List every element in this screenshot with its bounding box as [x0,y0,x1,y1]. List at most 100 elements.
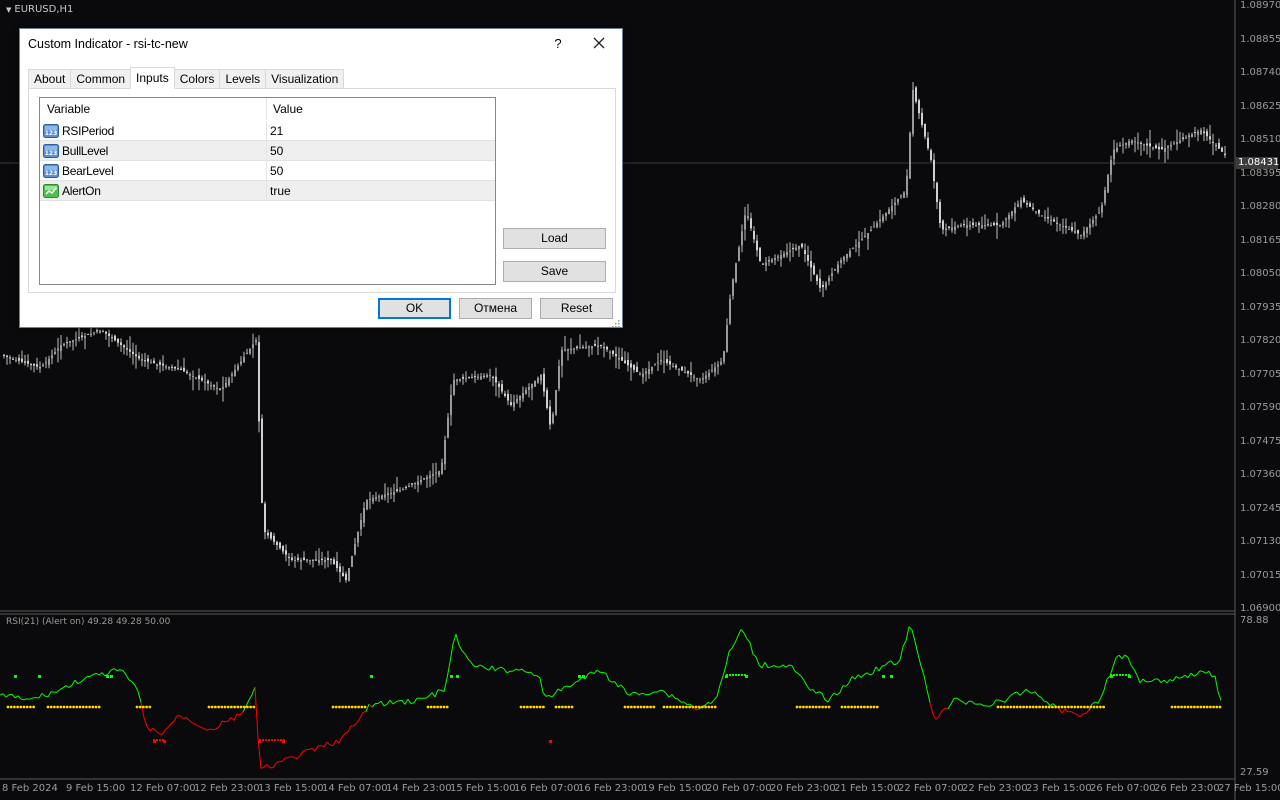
symbol-menu-icon[interactable]: ▼ [6,6,11,14]
candle-body [243,357,245,362]
rsi-line-segment [212,728,217,731]
bear-signal-dot [162,739,164,741]
close-button[interactable] [586,33,612,55]
ok-button[interactable]: OK [378,298,451,319]
rsi-line-segment [497,666,502,669]
tab-visualization[interactable]: Visualization [265,69,345,89]
candle-body [1083,231,1085,237]
candle-body [1224,153,1226,155]
tab-levels[interactable]: Levels [219,69,267,89]
rsi-line-segment [1217,691,1222,701]
candle-body [768,260,770,262]
rsi-line-segment [1094,701,1099,704]
bull-signal-dot [882,675,885,678]
level-dot [853,705,857,709]
symbol-label: ▼ EURUSD,H1 [6,4,73,15]
candle-body [315,559,317,561]
param-value[interactable]: 21 [270,121,283,141]
price-axis-label: 1.07245 [1240,502,1280,514]
level-dot [570,705,574,709]
candle-body [438,471,440,476]
rsi-line-segment [209,728,214,731]
rsi-line-segment [470,661,475,667]
rsi-line-segment [722,665,727,677]
candle-body [741,231,743,246]
candle-body [1002,222,1004,226]
candle-body [993,222,995,225]
param-row-bearlevel[interactable]: 123 BearLevel 50 [40,161,495,181]
rsi-line-segment [767,666,772,669]
reset-button[interactable]: Reset [540,298,613,319]
rsi-line-segment [1064,708,1069,713]
date-axis-label: 15 Feb 15:00 [450,783,516,794]
candle-body [780,255,782,260]
rsi-line-segment [404,698,409,705]
candle-body [219,388,221,390]
level-dot [220,705,224,709]
candle-body [720,361,722,365]
candle-body [1206,131,1208,137]
param-value[interactable]: 50 [270,141,283,161]
help-button[interactable]: ? [546,33,570,55]
cancel-button[interactable]: Отмена [459,298,532,319]
candle-body [753,231,755,240]
bull-signal-dot [578,675,581,678]
candle-body [306,559,308,561]
candle-body [984,225,986,227]
load-button[interactable]: Load [503,228,606,249]
tab-inputs[interactable]: Inputs [130,67,175,89]
rsi-line-segment [857,674,862,678]
save-button[interactable]: Save [503,261,606,282]
level-dot [426,705,430,709]
candle-body [393,492,395,495]
price-axis-label: 1.08280 [1240,201,1280,212]
candle-body [411,483,413,485]
level-dot [13,705,16,709]
param-row-rsiperiod[interactable]: 123 RSIPeriod 21 [40,121,495,141]
rsi-line-segment [464,653,469,660]
column-header-value[interactable]: Value [266,98,495,120]
candle-body [885,212,887,217]
rsi-line-segment [839,685,844,693]
date-axis-label: 27 Feb 15:00 [1218,783,1280,794]
param-row-bulllevel[interactable]: 123 BullLevel 50 [40,141,495,161]
rsi-line-segment [218,720,223,728]
param-value[interactable]: true [270,181,291,201]
svg-text:123: 123 [45,150,58,157]
candle-body [777,256,779,258]
column-header-variable[interactable]: Variable [40,98,266,120]
rsi-line-segment [467,658,472,663]
level-dot [529,705,532,709]
rsi-line-segment [308,747,313,750]
candle-body [504,393,506,396]
bull-signal-dot [1128,674,1130,676]
rsi-line-segment [917,654,922,667]
param-value[interactable]: 50 [270,161,283,181]
resize-grip-icon[interactable] [612,317,620,328]
level-dot [148,705,152,709]
candle-body [414,483,416,484]
rsi-line-segment [863,672,868,676]
param-row-alerton[interactable]: AlertOn true [40,181,495,201]
tab-about[interactable]: About [28,69,72,89]
rsi-line-segment [971,701,976,705]
rsi-line-segment [800,675,805,681]
candle-body [945,228,947,230]
level-dot [996,705,1000,709]
rsi-line-segment [401,700,406,705]
rsi-line-segment [512,668,517,672]
parameters-list[interactable]: Variable Value 123 RSIPeriod 21 123 Bull… [39,97,496,285]
tab-common[interactable]: Common [70,69,132,89]
rsi-line-segment [602,672,607,674]
candle-body [1077,230,1079,234]
tab-colors[interactable]: Colors [173,69,221,89]
rsi-line-segment [275,760,280,764]
rsi-line-segment [743,632,748,640]
candle-body [696,378,698,380]
candle-body [1008,215,1010,220]
rsi-line-segment [365,703,370,712]
rsi-line-segment [206,728,211,731]
rsi-line-segment [395,700,400,703]
level-dot [1173,705,1177,709]
candle-body [543,373,545,392]
